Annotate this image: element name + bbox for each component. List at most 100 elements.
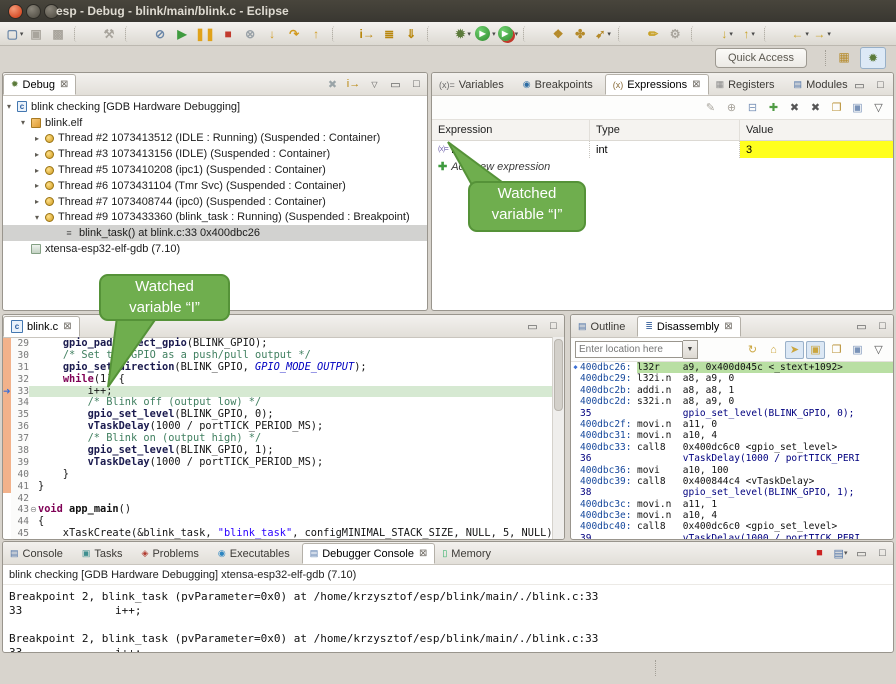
minimize-view-button[interactable]: ▭	[852, 544, 871, 562]
debug-tree-item[interactable]: ▸ Thread #7 1073408744 (ipc0) (Suspended…	[3, 194, 427, 210]
remove-expression-button[interactable]: ✖	[785, 99, 804, 117]
build-button[interactable]: ⚒	[100, 24, 120, 44]
line-number[interactable]: 30	[11, 350, 29, 362]
new-view-button[interactable]: ❐	[827, 341, 846, 359]
line-number[interactable]: 31	[11, 362, 29, 374]
tab-debug[interactable]: ✹ Debug ⊠	[3, 74, 76, 95]
track-pc-button[interactable]: ➤	[785, 341, 804, 359]
view-menu-button[interactable]: ▽	[869, 341, 888, 359]
tab-registers[interactable]: ▦ Registers	[709, 74, 787, 95]
disassembly-line[interactable]: 38 gpio_set_level(BLINK_GPIO, 1);	[571, 487, 893, 498]
maximize-view-button[interactable]: □	[873, 317, 892, 335]
debug-menu-button[interactable]: ✹ ▾	[453, 24, 473, 44]
tab-console[interactable]: ▤ Console	[3, 543, 75, 564]
refresh-button[interactable]: ↻	[743, 341, 762, 359]
gutter-annotation[interactable]	[3, 516, 11, 528]
minimize-view-button[interactable]: ▭	[386, 75, 405, 93]
fold-marker[interactable]	[29, 421, 38, 433]
location-dropdown-icon[interactable]: ▼	[683, 340, 698, 359]
maximize-view-button[interactable]: □	[871, 76, 890, 94]
open-project-button[interactable]: ✤	[571, 24, 591, 44]
fold-marker[interactable]	[29, 350, 38, 362]
expression-value[interactable]: 3	[740, 141, 893, 158]
disassembly-line[interactable]: 400dbc3c: movi.n a11, 1	[571, 499, 893, 510]
fold-marker[interactable]	[29, 469, 38, 481]
back-button[interactable]: ← ▾	[790, 24, 810, 44]
disassembly-line[interactable]: 400dbc39: call8 0x400844c4 <vTaskDelay>	[571, 476, 893, 487]
fold-marker[interactable]	[29, 445, 38, 457]
view-menu-button[interactable]: ▽	[869, 99, 888, 117]
disassembly-listing[interactable]: ◆ 400dbc26: l32r a9, 0x400d045c <_stext+…	[571, 362, 893, 540]
code-line[interactable]: 45 xTaskCreate(&blink_task, "blink_task"…	[3, 528, 564, 540]
disassembly-line[interactable]: 36 vTaskDelay(1000 / portTICK_PERI	[571, 453, 893, 464]
maximize-view-button[interactable]: □	[407, 75, 426, 93]
gutter-annotation[interactable]	[3, 374, 11, 386]
tree-expand-icon[interactable]: ▾	[7, 102, 17, 111]
fold-marker[interactable]	[29, 409, 38, 421]
fold-marker[interactable]	[29, 516, 38, 528]
tree-expand-icon[interactable]: ▸	[35, 150, 45, 159]
disassembly-line[interactable]: 39 vTaskDelay(1000 / portTICK_PERI	[571, 533, 893, 540]
disassembly-line[interactable]: 400dbc2d: s32i.n a8, a9, 0	[571, 396, 893, 407]
terminate-button[interactable]: ■	[219, 24, 239, 44]
disassembly-line[interactable]: 400dbc2f: movi.n a11, 0	[571, 419, 893, 430]
instruction-stepping-button[interactable]: i→	[344, 75, 363, 93]
tab-breakpoints[interactable]: ◉ Breakpoints	[516, 74, 605, 95]
maximize-view-button[interactable]: □	[544, 317, 563, 335]
debug-tree-item[interactable]: ▸ Thread #5 1073410208 (ipc1) (Suspended…	[3, 162, 427, 178]
fold-marker[interactable]	[29, 433, 38, 445]
tab-tasks[interactable]: ▣ Tasks	[75, 543, 135, 564]
fold-marker[interactable]	[29, 374, 38, 386]
tab-variables[interactable]: (x)= Variables	[432, 74, 516, 95]
tab-expressions[interactable]: (x) Expressions ⊠	[605, 74, 709, 95]
minimize-view-button[interactable]: ▭	[850, 76, 869, 94]
tab-debugger-console[interactable]: ▤ Debugger Console ⊠	[302, 543, 436, 564]
line-number[interactable]: 29	[11, 338, 29, 350]
disassembly-line[interactable]: 400dbc36: movi a10, 100	[571, 465, 893, 476]
tab-executables[interactable]: ◉ Executables	[211, 543, 302, 564]
line-number[interactable]: 34	[11, 397, 29, 409]
quick-access-button[interactable]: Quick Access	[715, 48, 807, 68]
disassembly-line[interactable]: 400dbc29: l32i.n a8, a9, 0	[571, 373, 893, 384]
home-button[interactable]: ⌂	[764, 341, 783, 359]
launch-button[interactable]: ➹ ▾	[593, 24, 613, 44]
code-line[interactable]: 40 }	[3, 469, 564, 481]
debug-tree-item[interactable]: ▸ Thread #3 1073413156 (IDLE) (Suspended…	[3, 146, 427, 162]
go-to-line-button[interactable]: ↑ ▾	[739, 24, 759, 44]
line-number[interactable]: 43	[11, 504, 29, 516]
fold-marker[interactable]	[29, 528, 38, 540]
gutter-annotation[interactable]	[3, 421, 11, 433]
window-close-button[interactable]	[8, 4, 23, 19]
debug-tree-item[interactable]: ▾ Thread #9 1073433360 (blink_task : Run…	[3, 210, 427, 226]
editor-scrollbar[interactable]	[552, 337, 564, 539]
fold-marker[interactable]	[29, 493, 38, 505]
gutter-annotation[interactable]	[3, 469, 11, 481]
sync-selection-button[interactable]: ▣	[806, 341, 825, 359]
column-value[interactable]: Value	[740, 120, 893, 140]
close-tab-icon[interactable]: ⊠	[60, 79, 68, 90]
toolbar-button[interactable]	[332, 26, 353, 42]
gutter-annotation[interactable]	[3, 504, 11, 516]
gutter-annotation[interactable]	[3, 493, 11, 505]
code-editor[interactable]: 29 gpio_pad_select_gpio(BLINK_GPIO); 30 …	[3, 338, 564, 540]
minimize-view-button[interactable]: ▭	[523, 317, 542, 335]
save-all-button[interactable]: ▩	[49, 24, 69, 44]
debug-tree-item[interactable]: xtensa-esp32-elf-gdb (7.10)	[3, 241, 427, 257]
run-menu-button[interactable]: ▶ ▾	[475, 24, 496, 44]
external-tools-menu-button[interactable]: ▶ ▾	[498, 24, 519, 44]
code-line[interactable]: 39 vTaskDelay(1000 / portTICK_PERIOD_MS)…	[3, 457, 564, 469]
toolbar-button[interactable]	[523, 26, 544, 42]
fold-marker[interactable]	[29, 362, 38, 374]
disassembly-line[interactable]: 35 gpio_set_level(BLINK_GPIO, 0);	[571, 408, 893, 419]
skip-breakpoints-button[interactable]: ⊘	[151, 24, 171, 44]
tab-blink-c[interactable]: c blink.c ⊠	[3, 316, 80, 337]
new-button[interactable]: ▢ ▾	[5, 24, 25, 44]
tab-disassembly[interactable]: ≣ Disassembly ⊠	[637, 316, 740, 337]
collapse-all-button[interactable]: ⊟	[743, 99, 762, 117]
line-number[interactable]: 40	[11, 469, 29, 481]
terminate-console-button[interactable]: ■	[810, 544, 829, 562]
gutter-annotation[interactable]	[3, 481, 11, 493]
pin-view-button[interactable]: ▣	[848, 341, 867, 359]
location-input[interactable]	[575, 341, 683, 358]
fold-marker[interactable]	[29, 457, 38, 469]
